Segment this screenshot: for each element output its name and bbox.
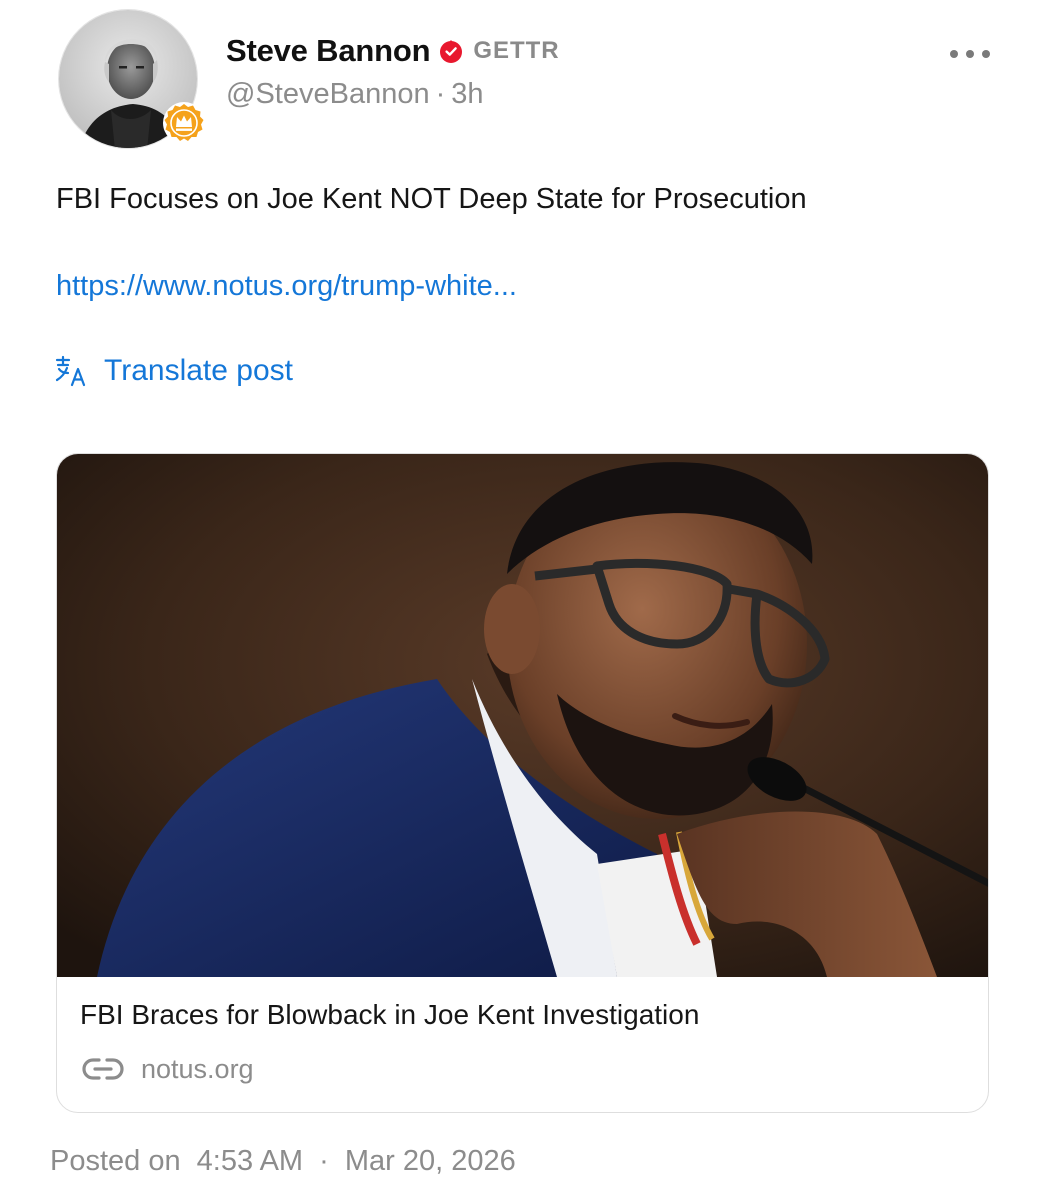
post-text: FBI Focuses on Joe Kent NOT Deep State f… xyxy=(56,183,807,215)
author-handle-row: @SteveBannon · 3h xyxy=(226,78,484,111)
translate-post-label: Translate post xyxy=(104,354,293,387)
posted-separator: · xyxy=(319,1145,329,1177)
post-link[interactable]: https://www.notus.org/trump-white... xyxy=(56,270,517,303)
posted-timestamp: Posted on 4:53 AM · Mar 20, 2026 xyxy=(50,1145,516,1178)
handle-separator: · xyxy=(435,78,446,110)
post-age: 3h xyxy=(451,78,484,110)
verified-flame-icon xyxy=(438,38,464,64)
link-icon xyxy=(81,1056,125,1082)
link-preview-image xyxy=(57,454,988,977)
posted-date: Mar 20, 2026 xyxy=(344,1145,516,1177)
ellipsis-icon xyxy=(950,50,990,58)
translate-post-button[interactable]: Translate post xyxy=(54,350,293,392)
author-name-row: Steve Bannon GETTR xyxy=(226,30,560,72)
link-card-domain: notus.org xyxy=(141,1053,254,1084)
link-preview-card[interactable]: FBI Braces for Blowback in Joe Kent Inve… xyxy=(56,453,989,1113)
link-card-title: FBI Braces for Blowback in Joe Kent Inve… xyxy=(80,999,700,1030)
author-display-name[interactable]: Steve Bannon xyxy=(226,33,431,69)
platform-badge: GETTR xyxy=(473,37,560,64)
more-options-button[interactable] xyxy=(942,38,998,70)
crown-icon xyxy=(162,101,206,145)
author-handle[interactable]: @SteveBannon xyxy=(226,78,430,110)
author-avatar[interactable] xyxy=(58,9,205,149)
posted-time: 4:53 AM xyxy=(196,1145,304,1177)
link-card-domain-row: notus.org xyxy=(81,1052,254,1086)
translate-icon xyxy=(54,354,88,388)
posted-prefix: Posted on xyxy=(50,1145,181,1177)
